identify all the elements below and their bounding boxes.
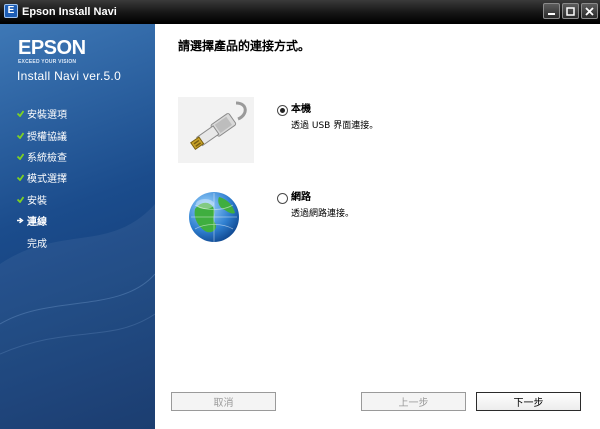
usb-cable-icon[interactable] [178, 97, 254, 163]
maximize-button[interactable] [562, 3, 579, 19]
check-icon [17, 196, 27, 203]
network-option-description: 透過網路連接。 [291, 209, 355, 219]
close-icon [585, 7, 594, 16]
step-list: 安裝選項 授權協議 系統檢查 模式選擇 安裝 連線 完成 [17, 103, 67, 253]
step-label: 完成 [27, 238, 47, 250]
title-bar[interactable]: E Epson Install Navi [0, 0, 600, 24]
step-item: 安裝 [17, 189, 67, 210]
minimize-button[interactable] [543, 3, 560, 19]
local-option-description: 透過 USB 界面連接。 [291, 121, 379, 131]
step-label: 安裝選項 [27, 110, 67, 122]
step-label: 安裝 [27, 195, 47, 207]
sidebar: EPSON EXCEED YOUR VISION Install Navi ve… [0, 24, 155, 429]
logo-tagline: EXCEED YOUR VISION [18, 59, 77, 65]
close-button[interactable] [581, 3, 598, 19]
step-item: 系統檢查 [17, 146, 67, 167]
step-item: 授權協議 [17, 124, 67, 145]
check-icon [17, 153, 27, 160]
cancel-button[interactable]: 取消 [171, 392, 276, 411]
step-label: 授權協議 [27, 131, 67, 143]
epson-logo: EPSON [18, 37, 86, 59]
maximize-icon [566, 7, 575, 16]
local-connection-radio[interactable] [277, 105, 288, 116]
step-label: 系統檢查 [27, 152, 67, 164]
network-connection-radio[interactable] [277, 193, 288, 204]
epson-app-icon: E [4, 4, 18, 18]
minimize-icon [548, 13, 555, 15]
check-icon [17, 174, 27, 182]
arrow-right-icon [17, 217, 27, 224]
product-name: Install Navi ver.5.0 [17, 69, 122, 83]
step-item: 完成 [17, 231, 67, 252]
step-item: 安裝選項 [17, 103, 67, 124]
check-icon [17, 110, 27, 118]
network-option-title[interactable]: 網路 [291, 192, 311, 204]
step-item: 模式選擇 [17, 167, 67, 188]
step-label: 連線 [27, 217, 47, 229]
step-item-current: 連線 [17, 210, 67, 231]
local-option-title[interactable]: 本機 [291, 104, 311, 116]
check-icon [17, 132, 27, 139]
next-button[interactable]: 下一步 [476, 392, 581, 411]
step-label: 模式選擇 [27, 174, 67, 186]
page-heading: 請選擇產品的連接方式。 [178, 39, 311, 53]
window-title: Epson Install Navi [22, 6, 117, 18]
globe-network-icon[interactable] [185, 187, 243, 245]
back-button[interactable]: 上一步 [361, 392, 466, 411]
